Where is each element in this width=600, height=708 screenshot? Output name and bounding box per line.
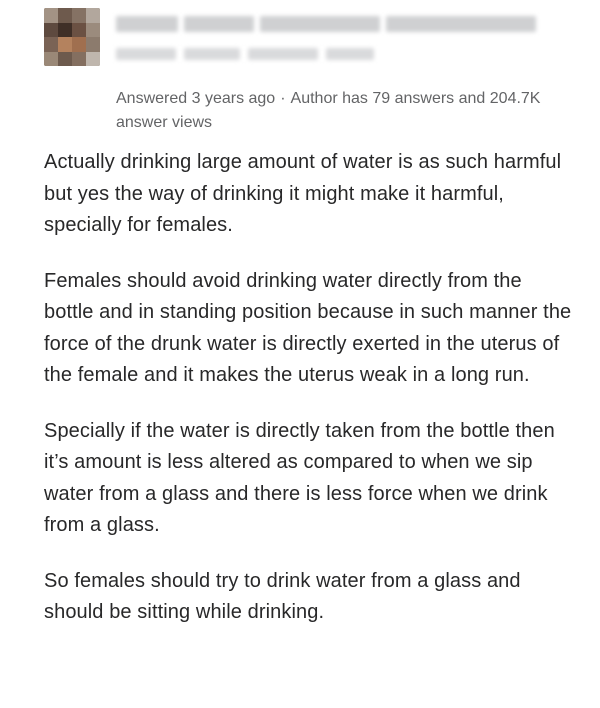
answer-paragraph: Specially if the water is directly taken… <box>44 419 555 537</box>
answer-paragraph: Females should avoid drinking water dire… <box>44 269 572 387</box>
answer-paragraph: Actually drinking large amount of water … <box>44 151 562 236</box>
meta-separator: · <box>280 90 286 107</box>
author-name-redacted[interactable] <box>116 16 536 32</box>
answered-date[interactable]: Answered 3 years ago <box>116 90 275 107</box>
answer-header <box>44 8 584 88</box>
answer-card: Answered 3 years ago · Author has 79 answe… <box>0 0 600 708</box>
answer-meta: Answered 3 years ago · Author has 79 answe… <box>116 87 576 135</box>
author-avatar[interactable] <box>44 8 100 66</box>
answer-content: Actually drinking large amount of water … <box>44 147 574 653</box>
author-credential-redacted <box>116 48 374 60</box>
answer-paragraph: So females should try to drink water fro… <box>44 569 521 624</box>
